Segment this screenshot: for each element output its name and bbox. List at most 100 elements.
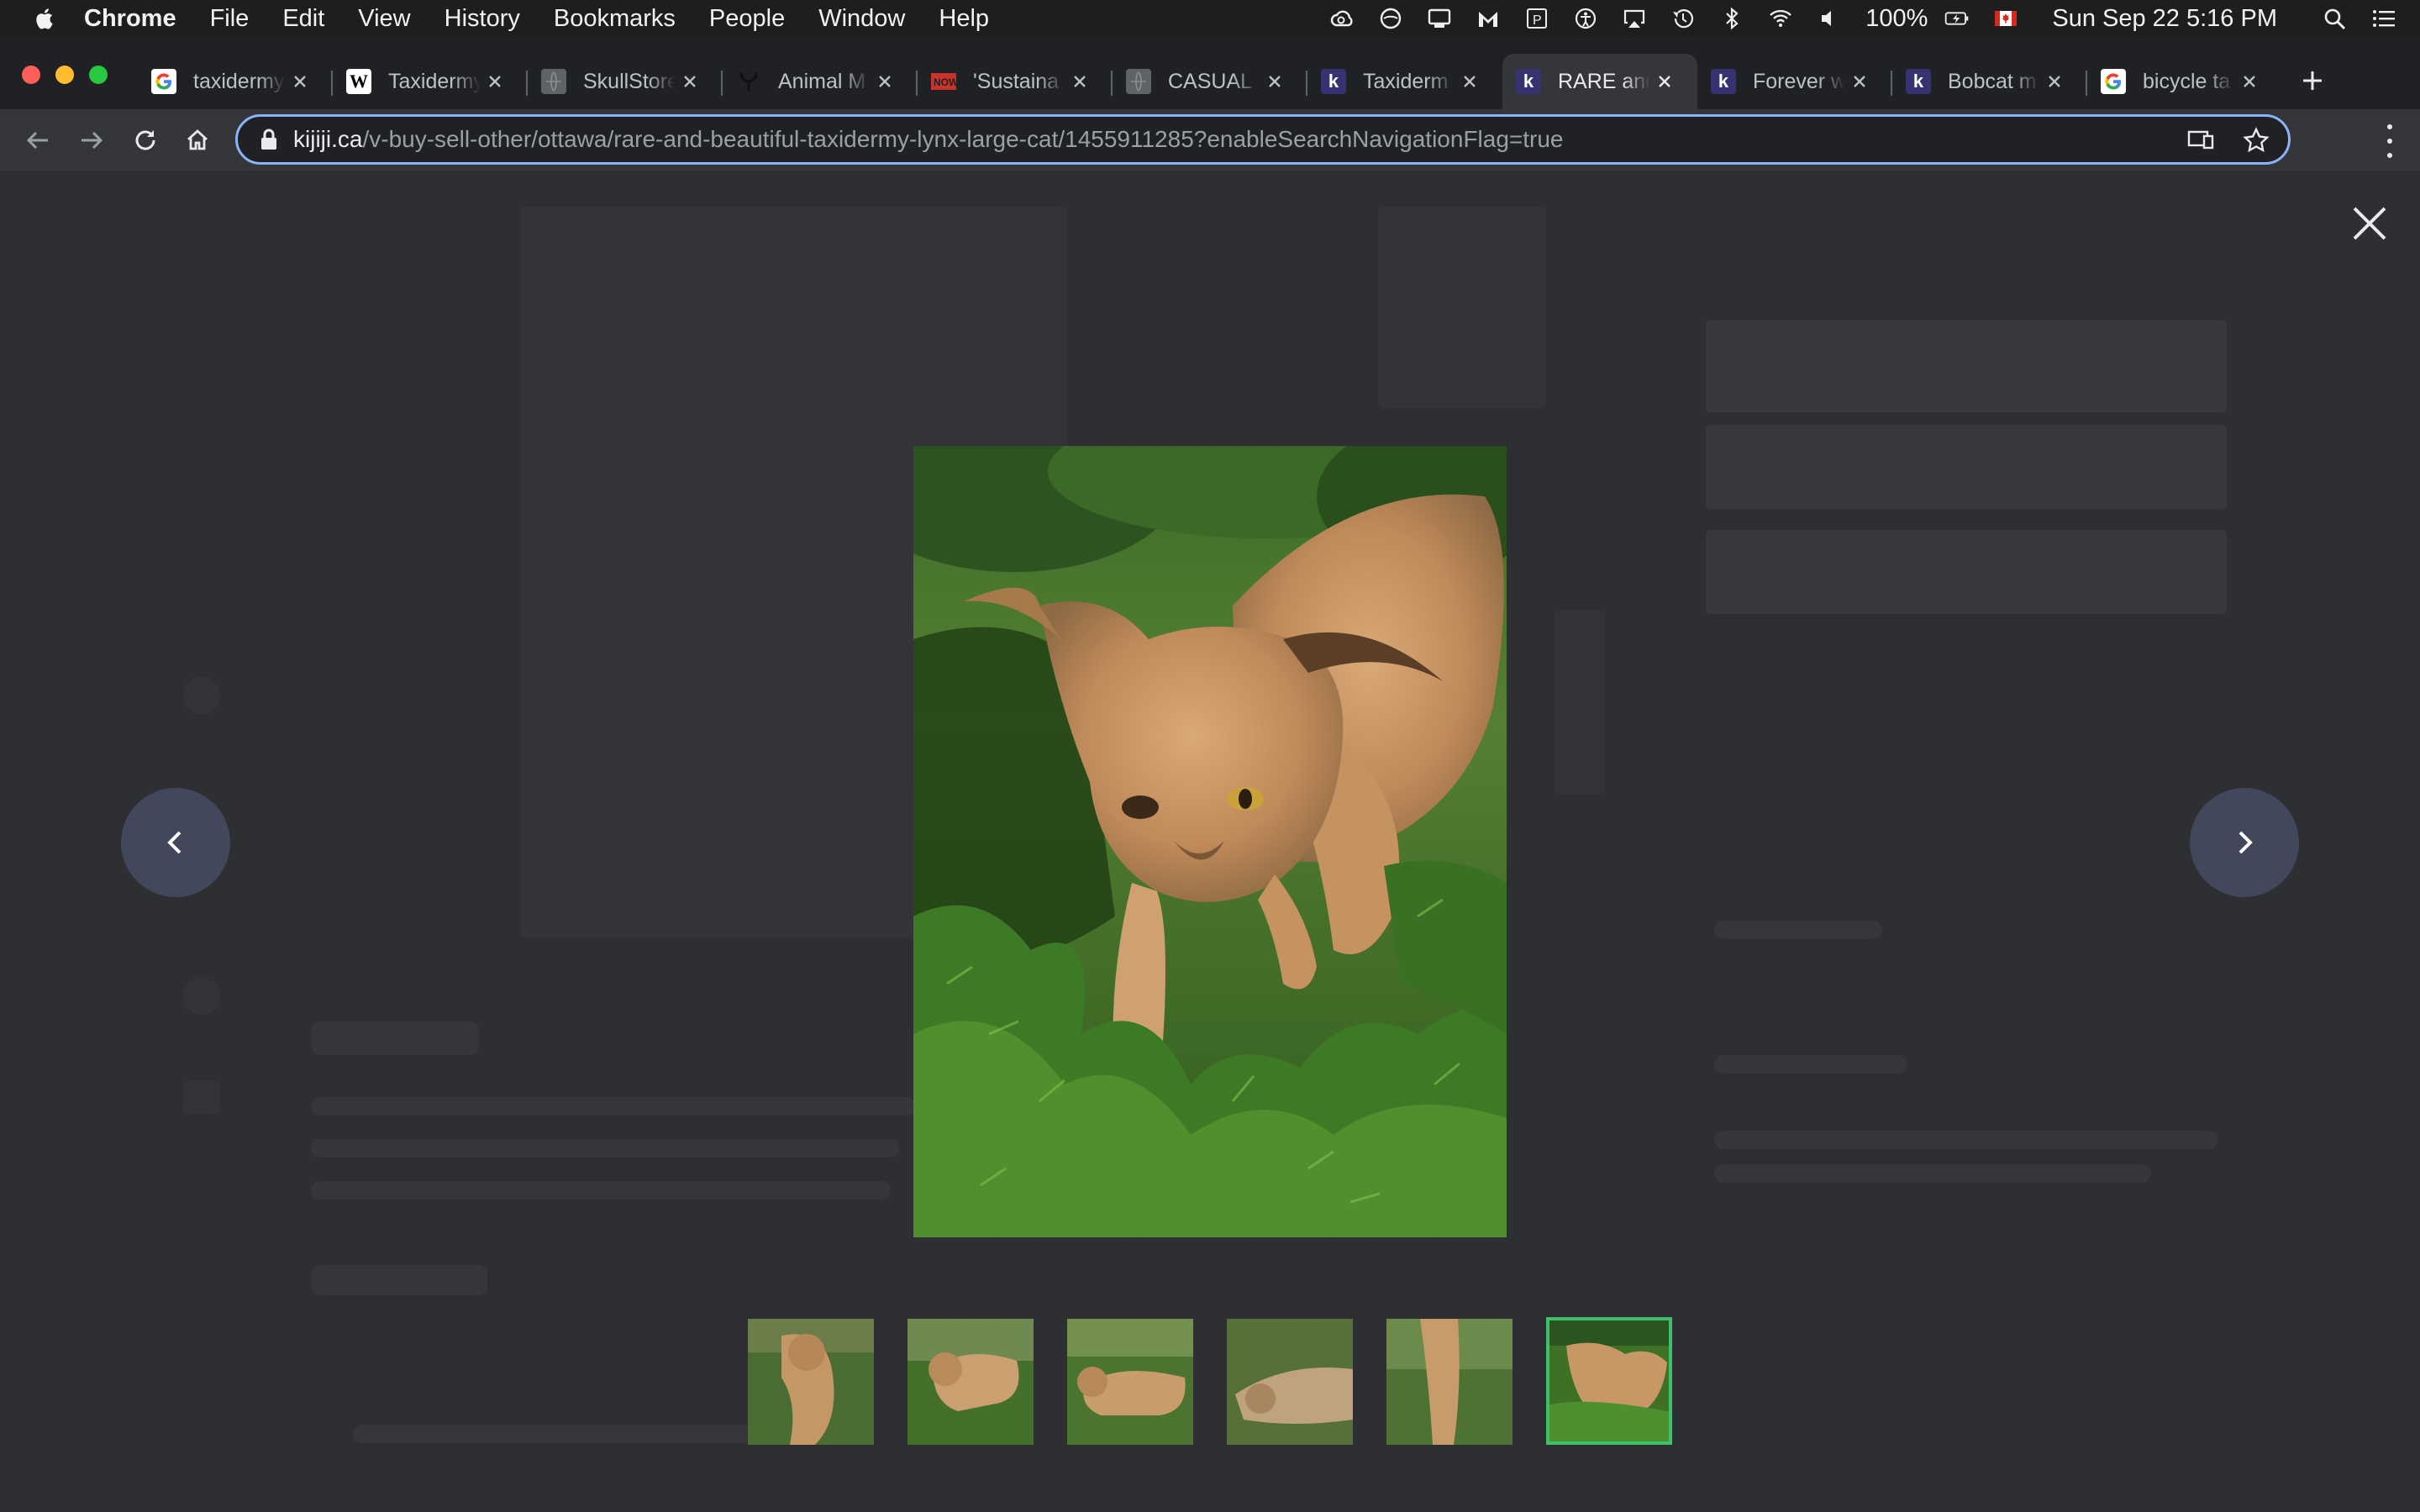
macos-menu-bar: Chrome File Edit View History Bookmarks … (0, 0, 2420, 37)
battery-charging-icon[interactable] (1943, 6, 1971, 31)
thumbnail-4[interactable] (1227, 1319, 1353, 1445)
svg-text:NOW: NOW (934, 76, 956, 88)
tab-close-icon[interactable] (872, 69, 897, 94)
tab-title: SkullStore (583, 69, 676, 93)
browser-tab[interactable]: k Bobcat m (1892, 54, 2087, 109)
menu-history[interactable]: History (445, 5, 520, 33)
accessibility-icon[interactable] (1571, 6, 1600, 31)
tab-close-icon[interactable] (1847, 69, 1872, 94)
thumbnail-5[interactable] (1386, 1319, 1512, 1445)
menu-edit[interactable]: Edit (282, 5, 324, 33)
forward-arrow-icon[interactable] (74, 123, 109, 158)
browser-toolbar: kijiji.ca/v-buy-sell-other/ottawa/rare-a… (0, 109, 2420, 173)
notification-center-icon[interactable] (2370, 6, 2398, 31)
tab-title: bicycle ta (2143, 69, 2231, 93)
chrome-menu-icon[interactable] (2383, 124, 2396, 158)
listing-side-image (1555, 610, 1605, 795)
browser-tab[interactable]: W Taxidermy (333, 54, 528, 109)
tab-close-icon[interactable] (677, 69, 702, 94)
thumbnail-1[interactable] (748, 1319, 874, 1445)
tab-close-icon[interactable] (1067, 69, 1092, 94)
p-app-icon[interactable]: P (1523, 6, 1551, 31)
time-machine-icon[interactable] (1669, 6, 1697, 31)
listing-contact-box (1706, 320, 2227, 412)
app-menu[interactable]: Chrome (84, 5, 176, 33)
airplay-icon[interactable] (1620, 6, 1649, 31)
listing-text-line (1714, 1055, 1907, 1074)
listing-share-icon (183, 1080, 220, 1114)
menu-window[interactable]: Window (818, 5, 905, 33)
tab-title: Bobcat m (1948, 69, 2037, 93)
menu-file[interactable]: File (210, 5, 250, 33)
next-image-button[interactable] (2190, 788, 2299, 897)
tab-title: CASUAL (1168, 69, 1253, 93)
listing-text-line (311, 1181, 891, 1200)
listing-share-icon (183, 978, 220, 1015)
tab-title: 'Sustaina (973, 69, 1060, 93)
listing-text-line (311, 1139, 899, 1158)
tab-title: taxidermy (193, 69, 285, 93)
spotlight-search-icon[interactable] (2321, 6, 2349, 31)
thumbnail-3[interactable] (1067, 1319, 1193, 1445)
home-icon[interactable] (180, 123, 215, 158)
listing-text-line (311, 1265, 487, 1295)
creative-cloud-icon[interactable] (1328, 6, 1356, 31)
tab-strip: taxidermy W Taxidermy SkullStore Animal … (0, 37, 2420, 109)
malwarebytes-icon[interactable] (1474, 6, 1502, 31)
menu-bookmarks[interactable]: Bookmarks (554, 5, 676, 33)
menu-people[interactable]: People (709, 5, 785, 33)
tab-close-icon[interactable] (1457, 69, 1482, 94)
lynx-photo-main[interactable] (913, 446, 1507, 1237)
url-path: /v-buy-sell-other/ottawa/rare-and-beauti… (362, 126, 1564, 152)
window-zoom-button[interactable] (89, 66, 108, 84)
window-minimize-button[interactable] (55, 66, 74, 84)
globe-icon (541, 69, 566, 94)
wifi-icon[interactable] (1766, 6, 1795, 31)
previous-image-button[interactable] (121, 788, 230, 897)
back-arrow-icon[interactable] (20, 123, 55, 158)
antler-icon (736, 69, 761, 94)
browser-tab[interactable]: Animal M (723, 54, 918, 109)
kijiji-icon: k (1321, 69, 1346, 94)
browser-tab-active[interactable]: k RARE and (1502, 54, 1697, 109)
tab-close-icon[interactable] (2042, 69, 2067, 94)
apple-menu-icon[interactable] (34, 6, 54, 31)
close-lightbox-icon[interactable] (2344, 198, 2395, 249)
kijiji-icon: k (1516, 69, 1541, 94)
tab-close-icon[interactable] (2237, 69, 2262, 94)
bluetooth-icon[interactable] (1718, 6, 1746, 31)
address-bar[interactable]: kijiji.ca/v-buy-sell-other/ottawa/rare-a… (235, 114, 2291, 165)
listing-text-line (311, 1097, 916, 1116)
canada-flag-icon[interactable] (1991, 6, 2020, 31)
screen-share-icon[interactable] (1425, 6, 1454, 31)
browser-tab[interactable]: k Taxiderm (1307, 54, 1502, 109)
menubar-clock[interactable]: Sun Sep 22 5:16 PM (2052, 5, 2277, 33)
bookmark-star-icon[interactable] (2241, 125, 2271, 155)
lock-icon[interactable] (260, 129, 278, 150)
google-icon (151, 69, 176, 94)
cast-install-icon[interactable] (2186, 125, 2216, 155)
new-tab-plus-icon[interactable] (2294, 62, 2331, 99)
tab-close-icon[interactable] (1652, 69, 1677, 94)
tab-title: Forever w (1753, 69, 1845, 93)
browser-tab[interactable]: k Forever w (1697, 54, 1892, 109)
browser-tab[interactable]: bicycle ta (2087, 54, 2282, 109)
thumbnail-2[interactable] (908, 1319, 1034, 1445)
tab-close-icon[interactable] (482, 69, 508, 94)
window-close-button[interactable] (22, 66, 40, 84)
sync-circle-icon[interactable] (1376, 6, 1405, 31)
tab-close-icon[interactable] (1262, 69, 1287, 94)
menu-view[interactable]: View (358, 5, 410, 33)
listing-text-line (1714, 921, 1882, 939)
browser-tab[interactable]: SkullStore (528, 54, 723, 109)
browser-tab[interactable]: taxidermy (138, 54, 333, 109)
volume-icon[interactable] (1815, 6, 1844, 31)
thumbnail-6-selected[interactable] (1546, 1317, 1672, 1445)
menu-help[interactable]: Help (939, 5, 989, 33)
tab-close-icon[interactable] (287, 69, 313, 94)
reload-icon[interactable] (128, 123, 163, 158)
listing-text-line (353, 1425, 790, 1443)
browser-tab[interactable]: NOW 'Sustaina (918, 54, 1113, 109)
kijiji-icon: k (1711, 69, 1736, 94)
browser-tab[interactable]: CASUAL (1113, 54, 1307, 109)
